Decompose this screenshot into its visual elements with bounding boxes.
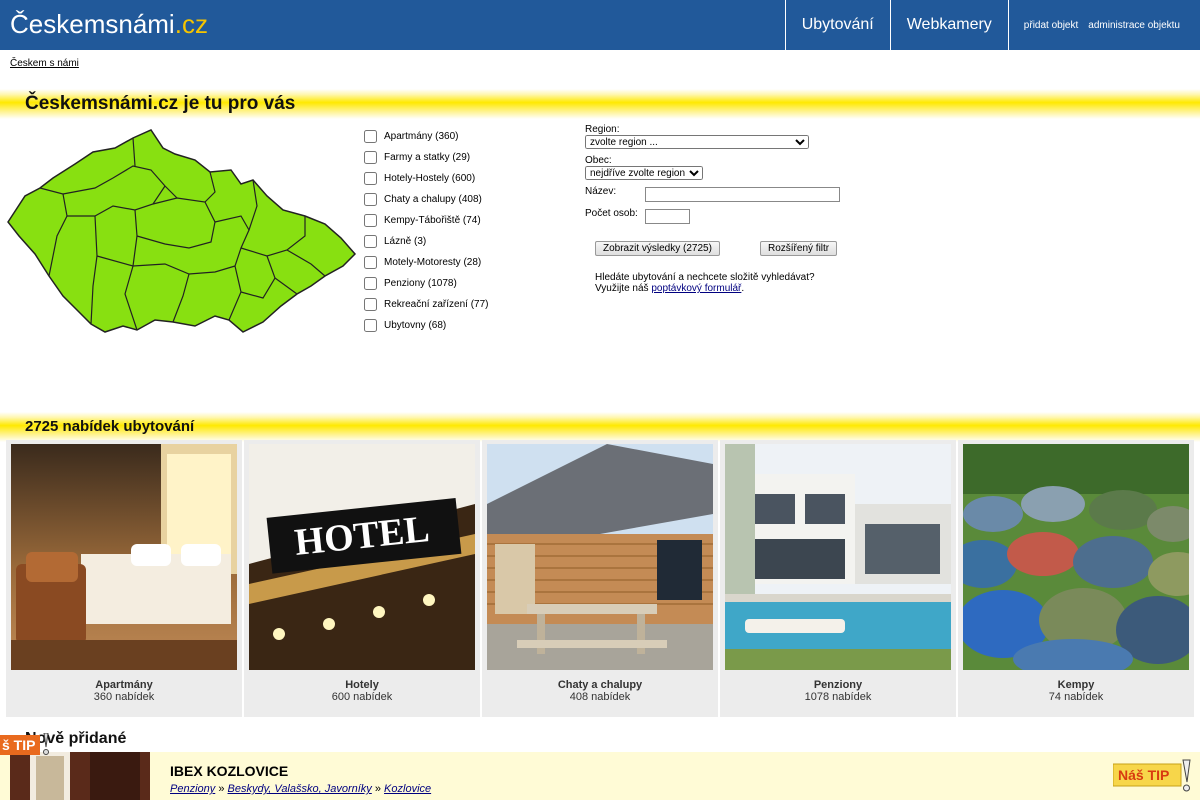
filter-label: Hotely-Hostely (600): [384, 173, 476, 184]
hotels-photo: HOTEL: [249, 444, 475, 670]
tip-right-text: Náš TIP: [1118, 767, 1169, 783]
hero-title: Českemsnámi.cz je tu pro vás: [25, 93, 296, 114]
listing-town-link[interactable]: Kozlovice: [384, 783, 431, 795]
persons-label: Počet osob:: [585, 208, 638, 219]
advanced-filter-button[interactable]: Rozšířený filtr: [760, 241, 838, 256]
filter-label: Chaty a chalupy (408): [384, 194, 482, 205]
category-count: 1078 nabídek: [804, 691, 872, 703]
category-filter-list: Apartmány (360) Farmy a statky (29) Hote…: [362, 126, 489, 336]
crumb-separator: »: [218, 783, 225, 795]
nav-webcams[interactable]: Webkamery: [889, 0, 1008, 50]
obec-label: Obec:: [585, 155, 612, 166]
offers-bar: 2725 nabídek ubytování: [0, 412, 1200, 442]
region-select[interactable]: zvolte region ...: [585, 135, 809, 149]
filter-label: Apartmány (360): [384, 131, 459, 142]
filter-row[interactable]: Ubytovny (68): [362, 315, 489, 336]
persons-input[interactable]: [645, 209, 690, 224]
listing-breadcrumbs: Penziony » Beskydy, Valašsko, Javorníky …: [170, 783, 431, 795]
listing-category-link[interactable]: Penziony: [170, 783, 215, 795]
category-name: Chaty a chalupy: [557, 679, 643, 691]
filter-row[interactable]: Lázně (3): [362, 231, 489, 252]
category-count: 600 nabídek: [331, 691, 393, 703]
guesthouses-photo: [725, 444, 951, 670]
nav-accommodation[interactable]: Ubytování: [784, 0, 890, 50]
category-count: 74 nabídek: [1048, 691, 1104, 703]
cottages-photo: [487, 444, 713, 670]
filter-row[interactable]: Hotely-Hostely (600): [362, 168, 489, 189]
tip-badge-left: š TIP: [0, 732, 50, 757]
show-results-button[interactable]: Zobrazit výsledky (2725): [595, 241, 720, 256]
offers-title: 2725 nabídek ubytování: [25, 418, 195, 435]
filter-row[interactable]: Kempy-Tábořiště (74): [362, 210, 489, 231]
filter-row[interactable]: Rekreační zařízení (77): [362, 294, 489, 315]
filter-checkbox[interactable]: [364, 130, 377, 143]
site-logo[interactable]: Českemsnámi.cz: [10, 9, 208, 40]
filter-label: Kempy-Tábořiště (74): [384, 215, 481, 226]
filter-checkbox[interactable]: [364, 172, 377, 185]
category-card-apartments[interactable]: Apartmány 360 nabídek: [6, 440, 242, 717]
category-name: Kempy: [1057, 679, 1095, 691]
name-label: Název:: [585, 186, 617, 197]
filter-checkbox[interactable]: [364, 298, 377, 311]
category-card-cottages[interactable]: Chaty a chalupy 408 nabídek: [482, 440, 718, 717]
region-map[interactable]: [5, 126, 357, 336]
hero-bar: Českemsnámi.cz je tu pro vás: [0, 89, 1200, 119]
logo-text: Českemsnámi: [10, 9, 175, 39]
breadcrumb-home-link[interactable]: Českem s námi: [10, 58, 79, 69]
filter-checkbox[interactable]: [364, 235, 377, 248]
filter-checkbox[interactable]: [364, 214, 377, 227]
object-admin-link[interactable]: administrace objektu: [1088, 0, 1200, 50]
category-name: Apartmány: [95, 679, 153, 691]
filter-row[interactable]: Farmy a statky (29): [362, 147, 489, 168]
filter-row[interactable]: Chaty a chalupy (408): [362, 189, 489, 210]
breadcrumb: Českem s námi: [10, 58, 79, 69]
tip-badge-right: Náš TIP: [1112, 758, 1193, 794]
category-card-guesthouses[interactable]: Penziony 1078 nabídek: [720, 440, 956, 717]
listing-name[interactable]: IBEX KOZLOVICE: [170, 763, 288, 779]
crumb-separator: »: [374, 783, 381, 795]
filter-label: Ubytovny (68): [384, 320, 447, 331]
main-nav: Ubytování Webkamery přidat objekt admini…: [784, 0, 1200, 50]
inquiry-hint: Hledáte ubytování a nechcete složitě vyh…: [595, 272, 855, 294]
filter-checkbox[interactable]: [364, 193, 377, 206]
hint-text: Hledáte ubytování a nechcete složitě vyh…: [595, 272, 815, 283]
category-count: 408 nabídek: [569, 691, 631, 703]
logo-tld: .cz: [174, 9, 208, 39]
filter-label: Rekreační zařízení (77): [384, 299, 489, 310]
category-count: 360 nabídek: [93, 691, 155, 703]
category-card-hotels[interactable]: HOTEL Hotely 600 nabídek: [244, 440, 480, 717]
site-header: Českemsnámi.cz Ubytování Webkamery přida…: [0, 0, 1200, 50]
name-input[interactable]: [645, 187, 840, 202]
filter-label: Lázně (3): [384, 236, 427, 247]
category-name: Hotely: [345, 679, 379, 691]
listing-item[interactable]: IBEX KOZLOVICE Penziony » Beskydy, Valaš…: [0, 752, 1200, 800]
category-card-camps[interactable]: Kempy 74 nabídek: [958, 440, 1194, 717]
inquiry-form-link[interactable]: poptávkový formulář: [651, 283, 741, 294]
filter-row[interactable]: Motely-Motoresty (28): [362, 252, 489, 273]
filter-label: Motely-Motoresty (28): [384, 257, 482, 268]
hint-suffix: .: [741, 283, 745, 294]
obec-select[interactable]: nejdříve zvolte region: [585, 166, 703, 180]
filter-checkbox[interactable]: [364, 319, 377, 332]
filter-label: Penziony (1078): [384, 278, 457, 289]
camps-photo: [963, 444, 1189, 670]
listing-thumbnail[interactable]: [10, 752, 150, 800]
filter-checkbox[interactable]: [364, 277, 377, 290]
region-label: Region:: [585, 124, 620, 135]
category-name: Penziony: [813, 679, 863, 691]
filter-checkbox[interactable]: [364, 256, 377, 269]
tip-left-text: š TIP: [2, 737, 35, 753]
apartments-photo: [11, 444, 237, 670]
add-object-link[interactable]: přidat objekt: [1007, 0, 1088, 50]
filter-label: Farmy a statky (29): [384, 152, 471, 163]
listing-region-link[interactable]: Beskydy, Valašsko, Javorníky: [228, 783, 372, 795]
filter-row[interactable]: Penziony (1078): [362, 273, 489, 294]
filter-row[interactable]: Apartmány (360): [362, 126, 489, 147]
filter-checkbox[interactable]: [364, 151, 377, 164]
hint-prefix: Využijte náš: [595, 283, 652, 294]
